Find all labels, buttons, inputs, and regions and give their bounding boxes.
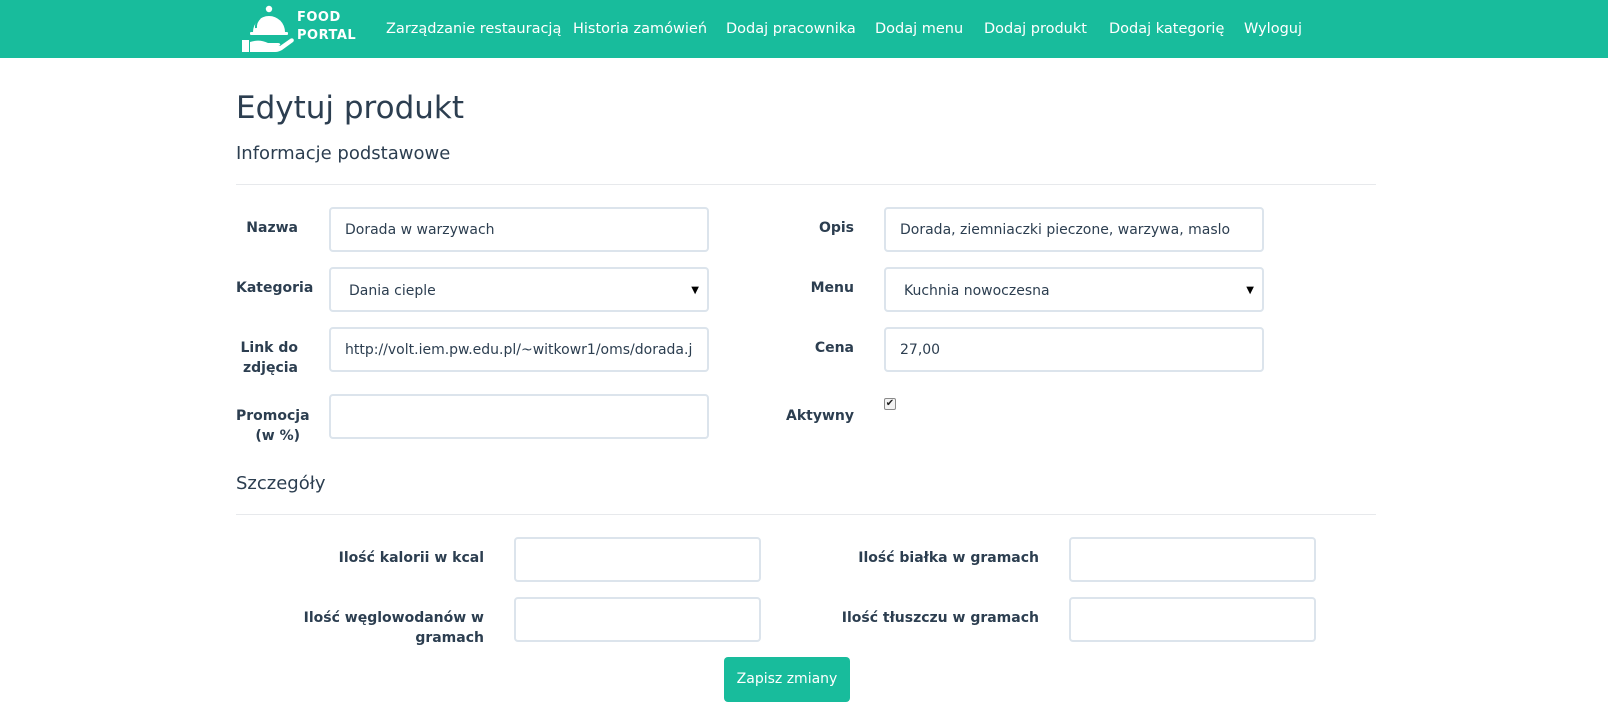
promotion-label: Promocja (w %)	[236, 406, 310, 446]
category-select[interactable]: Dania cieple ▼	[329, 267, 709, 312]
logo-text-food: FOOD	[297, 10, 341, 25]
fat-label: Ilość tłuszczu w gramach	[841, 610, 1039, 626]
description-input[interactable]	[884, 207, 1264, 252]
cloche-on-hand-icon	[242, 5, 294, 52]
save-changes-button[interactable]: Zapisz zmiany	[724, 657, 850, 702]
price-label: Cena	[814, 340, 854, 356]
description-label: Opis	[818, 220, 854, 236]
section-title-basic-info: Informacje podstawowe	[236, 143, 451, 164]
nav-restaurant-management[interactable]: Zarządzanie restauracją	[386, 18, 561, 40]
carbs-input[interactable]	[514, 597, 761, 642]
protein-label: Ilość białka w gramach	[858, 550, 1039, 566]
caret-down-icon: ▼	[1246, 285, 1254, 296]
nav-order-history[interactable]: Historia zamówień	[573, 18, 707, 40]
section-title-details: Szczegóły	[236, 473, 326, 494]
promotion-input[interactable]	[329, 394, 709, 439]
food-portal-logo[interactable]: FOOD PORTAL	[240, 2, 356, 54]
image-link-label-line1: Link do	[240, 340, 298, 356]
nav-add-employee[interactable]: Dodaj pracownika	[726, 18, 856, 40]
category-selected-value: Dania cieple	[349, 283, 436, 299]
calories-input[interactable]	[514, 537, 761, 582]
nav-add-product[interactable]: Dodaj produkt	[984, 18, 1087, 40]
menu-label: Menu	[810, 280, 854, 296]
promotion-label-line1: Promocja	[236, 408, 310, 424]
nav-add-category[interactable]: Dodaj kategorię	[1109, 18, 1224, 40]
calories-label: Ilość kalorii w kcal	[338, 550, 484, 566]
navbar: FOOD PORTAL Zarządzanie restauracją Hist…	[0, 0, 1608, 58]
divider	[236, 184, 1376, 185]
category-label: Kategoria	[236, 280, 314, 296]
caret-down-icon: ▼	[691, 285, 699, 296]
image-link-label-line2: zdjęcia	[242, 360, 298, 376]
menu-select[interactable]: Kuchnia nowoczesna ▼	[884, 267, 1264, 312]
nav-logout[interactable]: Wyloguj	[1244, 18, 1302, 40]
active-label: Aktywny	[786, 408, 854, 424]
fat-input[interactable]	[1069, 597, 1316, 642]
price-input[interactable]	[884, 327, 1264, 372]
logo-text: FOOD PORTAL	[297, 9, 356, 45]
promotion-label-line2: (w %)	[255, 428, 300, 444]
menu-selected-value: Kuchnia nowoczesna	[904, 283, 1050, 299]
image-link-label: Link do zdjęcia	[236, 338, 298, 378]
page-title: Edytuj produkt	[236, 90, 465, 126]
carbs-label: Ilość węglowodanów w gramach	[303, 610, 484, 646]
logo-text-portal: PORTAL	[297, 28, 357, 43]
name-label: Nazwa	[246, 220, 298, 236]
nav-add-menu[interactable]: Dodaj menu	[875, 18, 963, 40]
name-input[interactable]	[329, 207, 709, 252]
divider	[236, 514, 1376, 515]
image-link-input[interactable]	[329, 327, 709, 372]
protein-input[interactable]	[1069, 537, 1316, 582]
active-checkbox[interactable]: ✔	[884, 398, 896, 410]
checkmark-icon: ✔	[885, 398, 895, 409]
